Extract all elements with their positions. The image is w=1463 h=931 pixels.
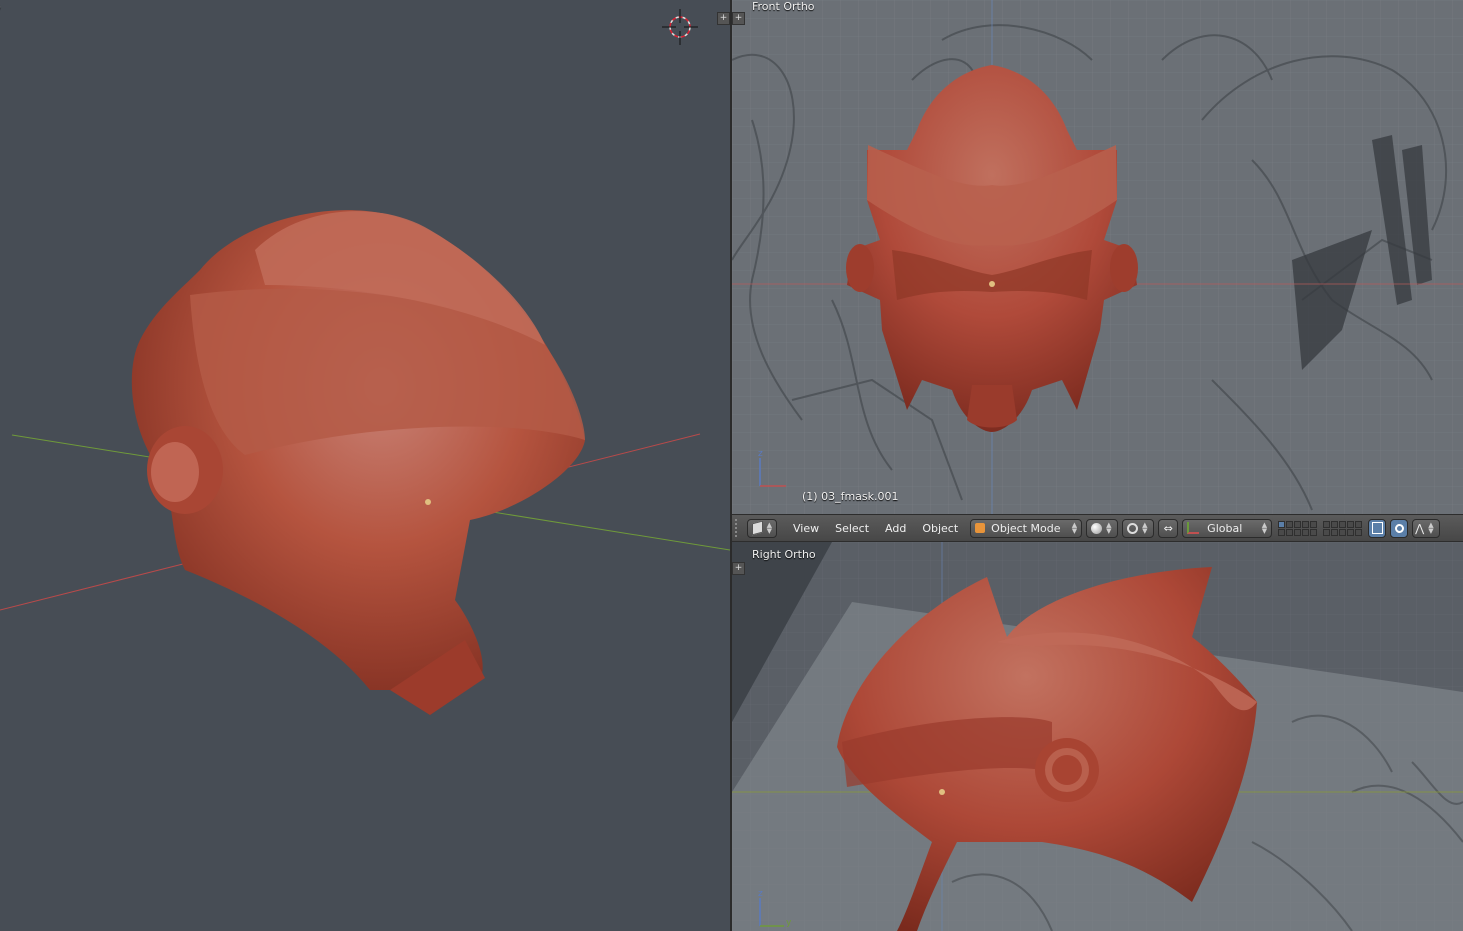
svg-text:z: z [758, 449, 763, 459]
pivot-point-dropdown[interactable]: ▲ ▼ [1122, 518, 1155, 538]
split-area-icon[interactable]: + [732, 562, 745, 575]
menu-view[interactable]: View [785, 519, 827, 538]
falloff-dropdown[interactable]: ⋀ ▲ ▼ [1412, 518, 1441, 538]
snap-icon [1371, 522, 1383, 534]
manipulator-icon: ⇔ [1163, 521, 1173, 535]
transform-orientation-icon [1187, 522, 1200, 534]
pivot-point-icon [1127, 522, 1139, 534]
menu-object[interactable]: Object [914, 519, 966, 538]
3d-view-header: ▲ ▼ View Select Add Object Object Mode ▲ ▼… [732, 514, 1463, 542]
falloff-icon: ⋀ [1415, 521, 1425, 535]
menu-add[interactable]: Add [877, 519, 914, 538]
active-object-label: (1) 03_fmask.001 [802, 490, 899, 503]
solid-sphere-icon [1091, 522, 1103, 534]
lock-camera-toggle[interactable] [1368, 518, 1387, 538]
split-area-icon[interactable]: + [717, 12, 730, 25]
header-grip[interactable] [735, 519, 743, 537]
perspective-viewport[interactable]: o + [0, 0, 730, 931]
viewport-label: Front Ortho [752, 0, 815, 13]
svg-text:y: y [786, 918, 792, 928]
transform-orientation-dropdown[interactable]: Global ▲ ▼ [1182, 518, 1273, 538]
cube-icon [752, 520, 763, 536]
proportional-edit-icon [1394, 523, 1404, 533]
3d-cursor [662, 9, 698, 45]
editor-type-selector[interactable]: ▲ ▼ [747, 518, 777, 538]
orientation-label: Global [1207, 521, 1243, 535]
manipulator-toggle[interactable]: ⇔ [1158, 518, 1179, 538]
helmet-model [131, 210, 585, 715]
interaction-mode-dropdown[interactable]: Object Mode ▲ ▼ [970, 518, 1083, 538]
layers-grid-icon[interactable] [1278, 520, 1363, 536]
viewport-label: Right Ortho [752, 548, 816, 561]
viewport-shading-dropdown[interactable]: ▲ ▼ [1086, 518, 1119, 538]
svg-text:z: z [758, 889, 763, 899]
front-scene: z [732, 0, 1463, 514]
right-ortho-viewport[interactable]: z y Right Ortho + [732, 542, 1463, 931]
perspective-scene [0, 9, 730, 715]
front-ortho-viewport[interactable]: z Front Ortho (1) 03_fmask.001 + [732, 0, 1463, 514]
mode-label: Object Mode [991, 521, 1061, 535]
object-mode-icon [975, 523, 986, 533]
menu-select[interactable]: Select [827, 519, 877, 538]
proportional-edit-toggle[interactable] [1390, 518, 1409, 538]
split-area-icon[interactable]: + [732, 12, 745, 25]
right-scene: z y [732, 542, 1463, 931]
